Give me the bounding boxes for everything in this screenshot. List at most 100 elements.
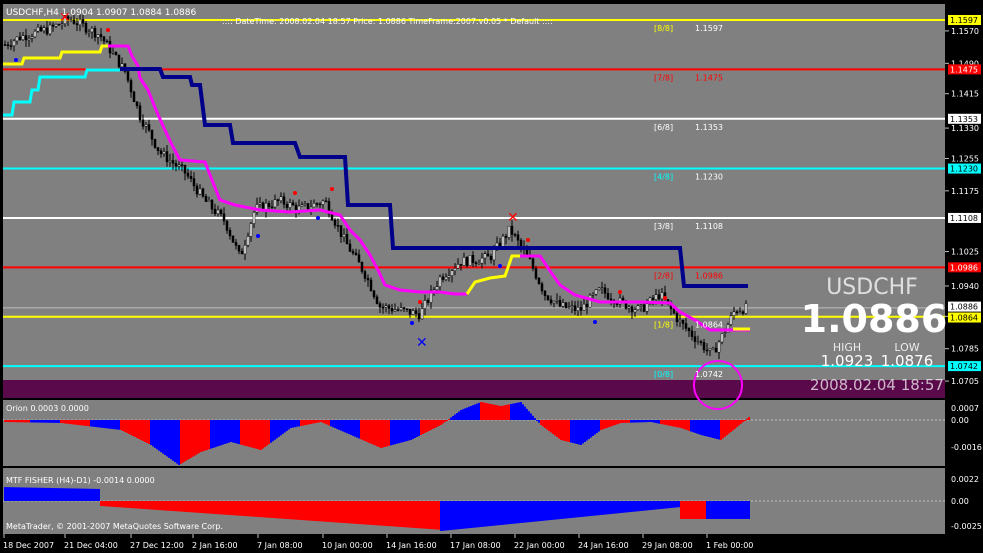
orion-bar <box>8 420 10 423</box>
orion-bar <box>342 420 344 432</box>
orion-bar <box>352 420 354 436</box>
orion-bar <box>124 420 126 432</box>
fisher-bar <box>532 501 534 522</box>
candle-body <box>285 203 289 208</box>
orion-bar <box>318 420 320 423</box>
orion-bar <box>644 420 646 423</box>
fisher-bar <box>674 501 676 508</box>
orion-bar <box>452 416 454 420</box>
fisher-bar <box>132 501 134 509</box>
fisher-bar <box>380 501 382 526</box>
fisher-bar <box>300 501 302 520</box>
orion-bar <box>546 420 548 430</box>
candle-body <box>354 252 358 255</box>
orion-bar <box>586 420 588 441</box>
orion-bar <box>604 420 606 429</box>
orion-bar <box>520 402 522 420</box>
fisher-bar <box>76 488 78 501</box>
fisher-bar <box>214 501 216 514</box>
candle-body <box>324 200 328 203</box>
sell-signal-cross-icon: ✕ <box>507 210 519 226</box>
candle-body <box>702 342 706 351</box>
orion-bar <box>538 420 540 423</box>
orion-bar <box>510 404 512 420</box>
candle-body <box>447 275 451 278</box>
orion-bar <box>62 420 64 424</box>
fisher-bar <box>348 501 350 524</box>
fisher-bar <box>638 501 640 512</box>
orion-bar <box>488 403 490 420</box>
orion-bar <box>514 403 516 420</box>
candle-body <box>105 40 109 43</box>
fisher-bar <box>560 501 562 519</box>
orion-bar <box>166 420 168 457</box>
orion-bar <box>6 420 8 423</box>
fisher-bar <box>344 501 346 524</box>
orion-bar <box>310 420 312 424</box>
orion-bar <box>498 405 500 420</box>
orion-bar <box>590 420 592 438</box>
orion-bar <box>616 420 618 425</box>
candle-body <box>15 36 19 42</box>
orion-bar <box>142 420 144 441</box>
orion-bar <box>364 420 366 442</box>
candle-body <box>486 253 490 257</box>
orion-bar <box>224 420 226 444</box>
orion-bar <box>360 420 362 440</box>
fisher-bar <box>24 487 26 501</box>
fisher-bar <box>626 501 628 513</box>
orion-bar <box>746 418 748 420</box>
fisher-bar <box>152 501 154 510</box>
fisher-bar <box>426 501 428 529</box>
candle-body <box>720 333 724 343</box>
orion-bar <box>362 420 364 441</box>
fisher-bar <box>488 501 490 527</box>
fisher-bar <box>370 501 372 525</box>
candle-body <box>426 300 430 303</box>
candle-body <box>420 308 424 320</box>
candle-body <box>705 349 709 352</box>
fisher-bar <box>366 501 368 525</box>
candle-body <box>573 305 577 311</box>
orion-bar <box>134 420 136 437</box>
fisher-bar <box>312 501 314 521</box>
fisher-bar <box>568 501 570 519</box>
orion-bar <box>28 420 30 423</box>
candle-body <box>732 311 736 316</box>
orion-bar <box>26 420 28 423</box>
time-label: 10 Jan 00:00 <box>322 541 373 550</box>
orion-bar <box>684 420 686 430</box>
candle-body <box>303 203 307 205</box>
orion-bar <box>482 402 484 420</box>
orion-bar <box>702 420 704 436</box>
fisher-bar <box>246 501 248 517</box>
candle-body <box>39 26 43 32</box>
candle-body <box>537 277 541 284</box>
orion-bar <box>462 409 464 420</box>
fisher-bar <box>374 501 376 526</box>
fisher-bar <box>104 501 106 507</box>
fisher-bar <box>138 501 140 509</box>
fisher-bar <box>634 501 636 512</box>
candle-body <box>54 24 58 27</box>
candle-body <box>117 54 121 68</box>
price-chart[interactable]: ✕ ✕ ✕ [8/8] 1.1597[7/8] 1.1475[6/8] 1.1353[… <box>0 0 983 553</box>
fisher-bar <box>438 501 440 530</box>
fisher-bar <box>628 501 630 513</box>
candle-body <box>504 235 508 238</box>
orion-bar <box>84 420 86 426</box>
fisher-bar <box>372 501 374 526</box>
candle-body <box>525 249 529 256</box>
fisher-bar <box>550 501 552 520</box>
candle-body <box>372 290 376 298</box>
orion-bar <box>468 406 470 420</box>
fisher-bar <box>340 501 342 523</box>
orion-bar <box>478 402 480 420</box>
fisher-bar <box>510 501 512 524</box>
candle-body <box>741 311 745 314</box>
candle-body <box>147 124 151 131</box>
orion-bar <box>66 420 68 424</box>
fisher-bar <box>598 501 600 516</box>
fisher-bar <box>496 501 498 526</box>
orion-bar <box>428 420 430 431</box>
